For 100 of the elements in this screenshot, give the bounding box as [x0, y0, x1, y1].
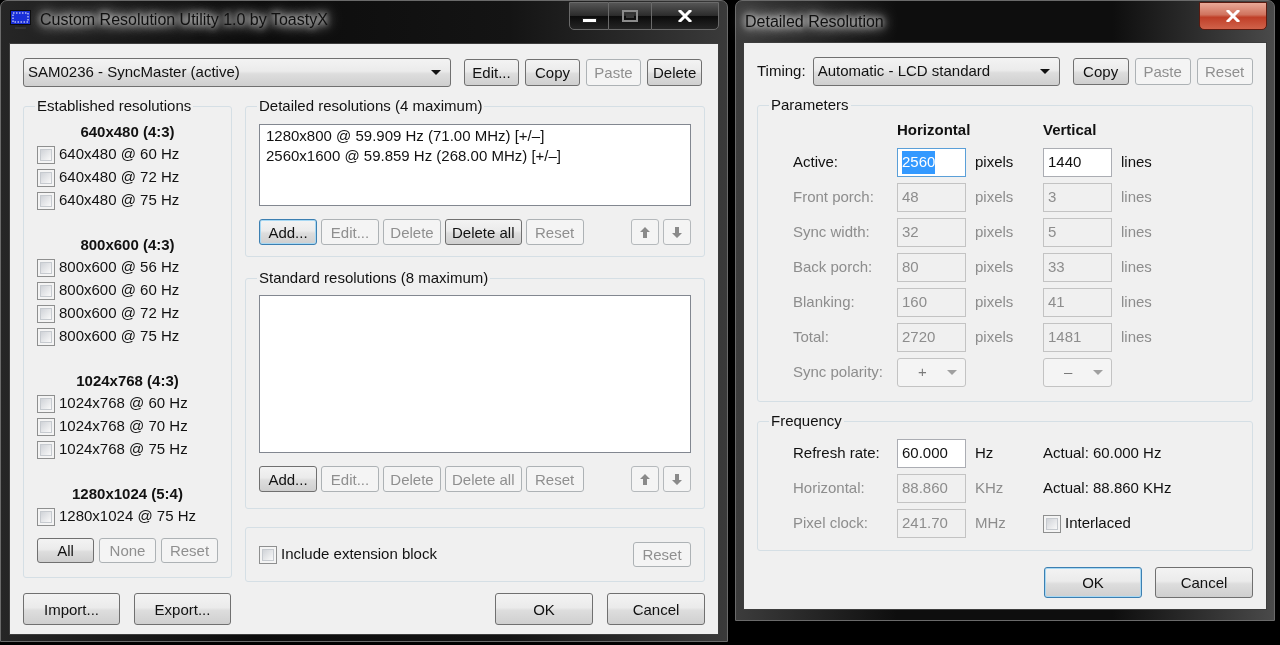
copy-button[interactable]: Copy	[1072, 58, 1129, 85]
field-label: Blanking:	[793, 292, 855, 313]
checkbox-label: 1024x768 @ 60 Hz	[59, 393, 188, 414]
group-title: Frequency	[770, 412, 843, 430]
resolution-heading: 800x600 (4:3)	[80, 235, 175, 255]
arrow-up-icon	[640, 226, 650, 238]
checkbox-label: 800x600 @ 60 Hz	[59, 280, 180, 301]
unit-label: Hz	[975, 443, 994, 464]
cancel-button[interactable]: Cancel	[607, 593, 705, 625]
group-title: Established resolutions	[36, 97, 193, 115]
checkbox-label: 800x600 @ 72 Hz	[59, 303, 180, 324]
checkbox[interactable]	[37, 258, 55, 277]
unit-label: lines	[1121, 292, 1152, 313]
checkbox[interactable]	[259, 545, 277, 564]
field-label: Total:	[793, 327, 829, 348]
unit-label: pixels	[975, 327, 1014, 348]
resolution-heading: 640x480 (4:3)	[80, 122, 175, 142]
checkbox-label: 1024x768 @ 75 Hz	[59, 439, 188, 460]
checkbox-label: 1024x768 @ 70 Hz	[59, 416, 188, 437]
export-button[interactable]: Export...	[134, 593, 231, 625]
field-label: Back porch:	[793, 257, 873, 278]
number-field[interactable]: 2560	[897, 148, 966, 177]
ok-button[interactable]: OK	[495, 593, 593, 625]
import-button[interactable]: Import...	[23, 593, 120, 625]
resolution-heading: 1280x1024 (5:4)	[72, 484, 183, 504]
unit-label: lines	[1121, 257, 1152, 278]
group-title: Parameters	[770, 96, 850, 114]
checkbox[interactable]	[37, 145, 55, 164]
caret-icon	[1039, 69, 1050, 74]
maximize-icon	[622, 10, 638, 22]
checkbox-label: 800x600 @ 75 Hz	[59, 326, 180, 347]
checkbox[interactable]	[37, 417, 55, 436]
checkbox-label: 640x480 @ 72 Hz	[59, 167, 180, 188]
add-button[interactable]: Add...	[259, 219, 317, 245]
number-field[interactable]: 1440	[1043, 148, 1112, 177]
field-label: Horizontal:	[793, 478, 865, 499]
close-icon	[1226, 10, 1240, 22]
field-label: Active:	[793, 152, 838, 173]
field-label: Sync polarity:	[793, 362, 884, 383]
close-button[interactable]	[1199, 2, 1267, 30]
column-heading: Vertical	[1043, 120, 1097, 140]
checkbox[interactable]	[37, 281, 55, 300]
timing-dropdown[interactable]: Automatic - LCD standard	[812, 57, 1060, 86]
caret-icon	[431, 70, 441, 75]
actual-value: Actual: 60.000 Hz	[1043, 443, 1162, 464]
arrow-up-icon	[640, 473, 650, 485]
delete-all-button[interactable]: Delete all	[445, 219, 522, 245]
edit-button[interactable]: Edit...	[464, 59, 519, 86]
arrow-down-icon	[672, 473, 682, 485]
checkbox-label: Include extension block	[281, 544, 437, 565]
column-heading: Horizontal	[897, 120, 971, 140]
checkbox-label: 1280x1024 @ 75 Hz	[59, 506, 196, 527]
maximize-button[interactable]	[609, 2, 651, 30]
arrow-down-icon	[672, 226, 682, 238]
caret-icon	[947, 370, 957, 375]
checkbox-label: 640x480 @ 60 Hz	[59, 144, 180, 165]
number-field[interactable]: 60.000	[897, 439, 966, 468]
all-button[interactable]: All	[37, 538, 94, 563]
resolution-heading: 1024x768 (4:3)	[76, 371, 179, 391]
checkbox-label: Interlaced	[1065, 513, 1131, 534]
unit-label: pixels	[975, 257, 1014, 278]
list-item[interactable]: 2560x1600 @ 59.859 Hz (268.00 MHz) [+/–]	[264, 146, 563, 166]
ok-button[interactable]: OK	[1044, 567, 1142, 598]
checkbox[interactable]	[37, 191, 55, 210]
group-title: Standard resolutions (8 maximum)	[258, 269, 490, 287]
unit-label: lines	[1121, 327, 1152, 348]
minimize-icon	[581, 17, 597, 23]
actual-value: Actual: 88.860 KHz	[1043, 478, 1172, 499]
unit-label: pixels	[975, 187, 1014, 208]
minimize-button[interactable]	[569, 2, 609, 30]
checkbox[interactable]	[37, 394, 55, 413]
list-item[interactable]: 1280x800 @ 59.909 Hz (71.00 MHz) [+/–]	[264, 126, 547, 146]
unit-label: KHz	[975, 478, 1004, 499]
add-button[interactable]: Add...	[259, 466, 317, 492]
timing-label: Timing:	[757, 61, 806, 82]
delete-button[interactable]: Delete	[647, 59, 703, 86]
field-label: Pixel clock:	[793, 513, 869, 534]
resolution-list[interactable]: 1280x800 @ 59.909 Hz (71.00 MHz) [+/–] 2560x1600 @ 59.859 Hz (268.00 MHz) [+/–]	[259, 124, 691, 206]
unit-label: lines	[1121, 222, 1152, 243]
group-title: Detailed resolutions (4 maximum)	[258, 97, 484, 115]
checkbox-label: 800x600 @ 56 Hz	[59, 257, 180, 278]
checkbox[interactable]	[37, 507, 55, 526]
field-label: Front porch:	[793, 187, 874, 208]
checkbox[interactable]	[37, 440, 55, 459]
field-label: Sync width:	[793, 222, 870, 243]
unit-label: pixels	[975, 222, 1014, 243]
close-icon	[678, 10, 692, 22]
checkbox[interactable]	[37, 327, 55, 346]
unit-label: lines	[1121, 187, 1152, 208]
monitor-dropdown[interactable]: SAM0236 - SyncMaster (active)	[23, 58, 451, 87]
caret-icon	[1093, 370, 1103, 375]
copy-button[interactable]: Copy	[525, 59, 580, 86]
checkbox[interactable]	[37, 304, 55, 323]
cancel-button[interactable]: Cancel	[1155, 567, 1253, 598]
field-label: Refresh rate:	[793, 443, 880, 464]
unit-label: pixels	[975, 152, 1014, 173]
unit-label: lines	[1121, 152, 1152, 173]
checkbox[interactable]	[37, 168, 55, 187]
checkbox-label: 640x480 @ 75 Hz	[59, 190, 180, 211]
close-button[interactable]	[651, 2, 719, 30]
